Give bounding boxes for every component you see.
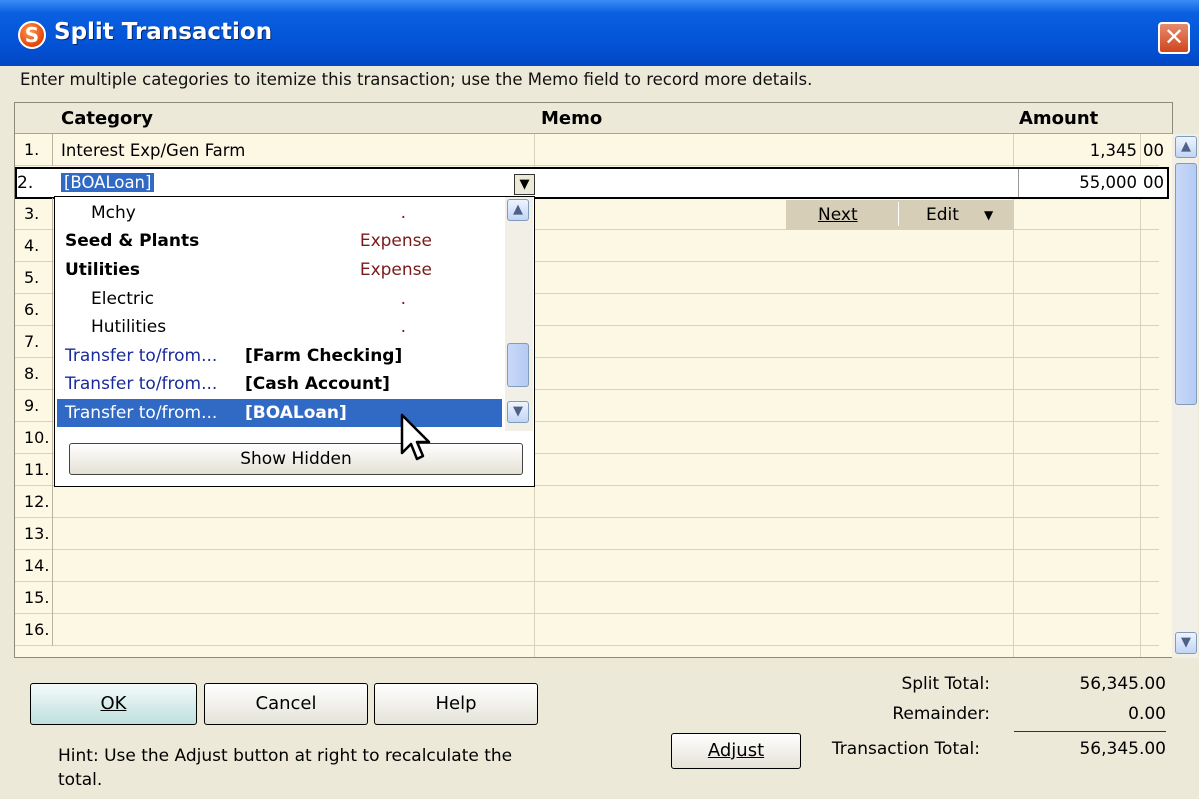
ok-button-label: OK [100, 693, 127, 714]
row-number: 14. [15, 550, 53, 582]
item-type: . [400, 289, 406, 309]
row-number: 2. [17, 173, 34, 193]
transaction-total-value: 56,345.00 [1079, 739, 1166, 759]
row-number: 1. [15, 134, 53, 166]
dropdown-item[interactable]: Mchy . [57, 199, 502, 227]
dropdown-arrow-icon[interactable]: ▼ [514, 174, 535, 195]
item-label: Seed & Plants [65, 231, 200, 251]
split-total-label: Split Total: [901, 674, 990, 694]
category-cell[interactable]: Interest Exp/Gen Farm [61, 141, 245, 160]
memo-column-header: Memo [541, 108, 603, 129]
item-type: Expense [359, 260, 432, 280]
row-number: 13. [15, 518, 53, 550]
row-actions: Next Edit ▼ [786, 200, 1014, 230]
close-icon[interactable]: ✕ [1158, 22, 1190, 54]
item-label: Transfer to/from... [65, 403, 218, 423]
adjust-button[interactable]: Adjust [671, 733, 801, 769]
item-account: [BOALoan] [245, 403, 347, 423]
item-label: Mchy [91, 203, 136, 223]
item-account: [Cash Account] [245, 374, 390, 394]
row-number: 11. [15, 454, 53, 486]
amount-cents-cell[interactable]: 00 [1143, 141, 1164, 160]
table-row[interactable]: 15. [15, 582, 1159, 614]
split-transaction-window: S Split Transaction ✕ Enter multiple cat… [0, 0, 1199, 799]
row-number: 9. [15, 390, 53, 422]
scroll-up-icon[interactable]: ▲ [1175, 136, 1197, 158]
row-number: 10. [15, 422, 53, 454]
amount-cell[interactable]: 55,000 [1065, 173, 1137, 192]
table-row[interactable]: 12. [15, 486, 1159, 518]
item-type: . [400, 203, 406, 223]
dropdown-item[interactable]: Seed & Plants Expense [57, 227, 502, 255]
row-number: 3. [15, 198, 53, 230]
dropdown-item[interactable]: Utilities Expense [57, 256, 502, 284]
table-row[interactable]: 16. [15, 614, 1159, 646]
row-number: 8. [15, 358, 53, 390]
instructions-text: Enter multiple categories to itemize thi… [20, 70, 813, 89]
scroll-up-icon[interactable]: ▲ [507, 199, 529, 221]
remainder-label: Remainder: [892, 704, 990, 724]
mouse-cursor-icon [400, 413, 431, 461]
dropdown-item[interactable]: Transfer to/from... [Cash Account] [57, 370, 502, 398]
ok-button[interactable]: OK [30, 683, 197, 725]
title-bar[interactable]: S Split Transaction ✕ [0, 0, 1199, 66]
category-column-header: Category [61, 108, 154, 129]
amount-cell[interactable]: 1,345 [1065, 141, 1137, 160]
dropdown-item[interactable]: Transfer to/from... [Farm Checking] [57, 342, 502, 370]
row-number: 16. [15, 614, 53, 646]
separator [898, 202, 899, 226]
app-logo-icon: S [18, 21, 46, 49]
show-hidden-button[interactable]: Show Hidden [69, 443, 523, 475]
split-total-value: 56,345.00 [1079, 674, 1166, 694]
active-edit-row[interactable]: 2. [BOALoan] ▼ 55,000 00 [15, 167, 1169, 199]
remainder-value: 0.00 [1128, 704, 1166, 724]
row-number: 12. [15, 486, 53, 518]
adjust-button-label: Adjust [707, 740, 765, 761]
dropdown-item[interactable]: Electric . [57, 285, 502, 313]
table-row[interactable]: 1. Interest Exp/Gen Farm 1,345 00 [15, 134, 1164, 166]
grid-header: Category Memo Amount [15, 103, 1172, 134]
item-label: Transfer to/from... [65, 346, 218, 366]
edit-button[interactable]: Edit [926, 205, 959, 225]
dropdown-scrollbar[interactable]: ▲ ▼ [505, 197, 533, 431]
row-number: 5. [15, 262, 53, 294]
item-label: Hutilities [91, 317, 167, 337]
edit-dropdown-icon[interactable]: ▼ [984, 208, 993, 222]
scroll-down-icon[interactable]: ▼ [1175, 632, 1197, 654]
hint-text: Hint: Use the Adjust button at right to … [58, 746, 513, 790]
item-type: Expense [359, 231, 432, 251]
item-label: Transfer to/from... [65, 374, 218, 394]
total-divider [1014, 731, 1166, 732]
cancel-button[interactable]: Cancel [204, 683, 368, 725]
dropdown-item[interactable]: Hutilities . [57, 313, 502, 341]
row-number: 6. [15, 294, 53, 326]
table-row[interactable]: 13. [15, 518, 1159, 550]
grid-scrollbar[interactable]: ▲ ▼ [1172, 134, 1198, 658]
dropdown-item-selected[interactable]: Transfer to/from... [BOALoan] [57, 399, 502, 427]
scroll-down-icon[interactable]: ▼ [507, 401, 529, 423]
item-label: Utilities [65, 260, 141, 280]
row-number: 4. [15, 230, 53, 262]
item-label: Electric [91, 289, 154, 309]
help-button[interactable]: Help [374, 683, 538, 725]
amount-cents-cell[interactable]: 00 [1143, 173, 1164, 192]
table-row[interactable]: 14. [15, 550, 1159, 582]
category-input[interactable]: [BOALoan] [61, 173, 155, 192]
next-button[interactable]: Next [818, 205, 858, 225]
window-title: Split Transaction [54, 19, 273, 45]
category-dropdown[interactable]: Mchy . Seed & Plants Expense Utilities E… [54, 196, 535, 487]
row-number: 15. [15, 582, 53, 614]
item-type: . [400, 317, 406, 337]
amount-column-header: Amount [1019, 108, 1099, 129]
item-account: [Farm Checking] [245, 346, 403, 366]
row-number: 7. [15, 326, 53, 358]
transaction-total-label: Transaction Total: [831, 739, 980, 759]
scroll-thumb[interactable] [507, 343, 529, 387]
scroll-thumb[interactable] [1175, 163, 1197, 405]
